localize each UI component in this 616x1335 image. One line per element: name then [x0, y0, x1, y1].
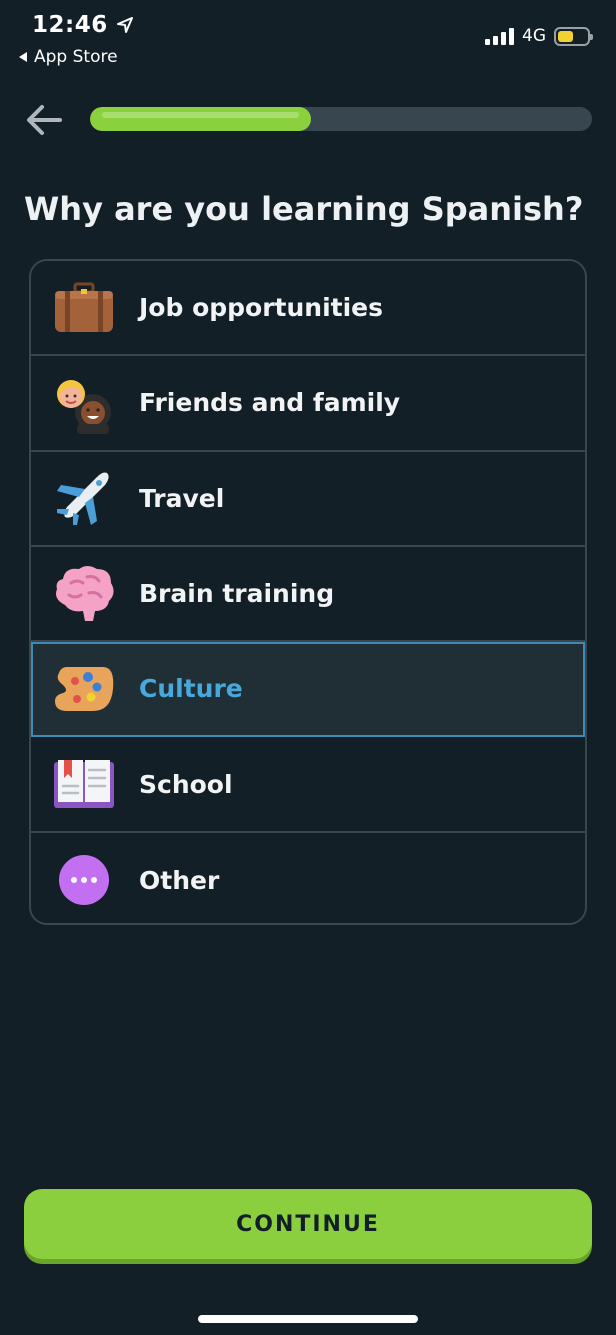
signal-icon — [485, 27, 514, 45]
friends-icon — [53, 372, 115, 434]
status-back-to-app[interactable]: App Store — [18, 47, 118, 67]
question-title: Why are you learning Spanish? — [24, 190, 584, 228]
status-indicators: 4G — [485, 26, 593, 46]
option-label: Job opportunities — [139, 293, 384, 323]
location-arrow-icon — [116, 17, 133, 33]
option-label: Travel — [139, 483, 225, 513]
brain-icon — [53, 563, 115, 625]
option-label: Culture — [139, 674, 243, 704]
option-label: Other — [139, 865, 220, 895]
network-type: 4G — [522, 26, 546, 46]
option-label: Friends and family — [139, 388, 401, 418]
option-travel[interactable]: Travel — [31, 452, 585, 547]
option-other[interactable]: Other — [31, 833, 585, 923]
progress-fill — [90, 107, 311, 131]
option-school[interactable]: School — [31, 737, 585, 833]
continue-button[interactable]: CONTINUE — [24, 1189, 592, 1259]
options-list: Job opportunities Friends and family Tra… — [29, 259, 587, 925]
status-time: 12:46 — [32, 12, 134, 38]
book-icon — [53, 753, 115, 815]
home-indicator[interactable] — [198, 1315, 418, 1323]
back-button[interactable] — [22, 98, 66, 142]
option-culture[interactable]: Culture — [31, 642, 585, 738]
palette-icon — [53, 658, 115, 720]
back-triangle-icon — [19, 52, 27, 62]
briefcase-icon — [53, 277, 115, 339]
option-job-opportunities[interactable]: Job opportunities — [31, 261, 585, 357]
screen: 12:46 App Store 4G Why are you learning … — [0, 0, 616, 1335]
airplane-icon — [53, 467, 115, 529]
option-brain-training[interactable]: Brain training — [31, 547, 585, 643]
option-label: Brain training — [139, 579, 335, 609]
battery-level — [558, 30, 574, 42]
option-label: School — [139, 769, 233, 799]
status-back-label: App Store — [34, 47, 118, 67]
arrow-left-icon — [27, 105, 62, 135]
progress-bar — [90, 107, 592, 131]
option-friends-and-family[interactable]: Friends and family — [31, 356, 585, 452]
more-dots-icon — [53, 849, 115, 911]
status-time-text: 12:46 — [32, 12, 108, 38]
battery-icon — [554, 26, 593, 46]
